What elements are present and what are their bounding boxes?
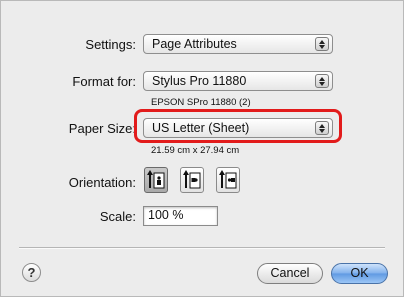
portrait-icon [147,170,165,189]
cancel-button[interactable]: Cancel [257,263,323,284]
paper-size-label: Paper Size: [68,121,136,136]
popup-arrows-icon [315,37,329,51]
settings-label: Settings: [85,37,136,52]
settings-value: Page Attributes [152,37,237,51]
paper-dimensions: 21.59 cm x 27.94 cm [151,145,240,156]
format-for-popup[interactable]: Stylus Pro 11880 [143,71,333,91]
landscape-right-icon [219,170,237,189]
landscape-left-icon [183,170,201,189]
settings-popup[interactable]: Page Attributes [143,34,333,54]
ok-button[interactable]: OK [331,263,388,284]
page-setup-dialog: Settings: Page Attributes Format for: St… [0,0,404,297]
format-for-value: Stylus Pro 11880 [152,74,247,88]
format-for-label: Format for: [72,74,136,89]
popup-arrows-icon [315,74,329,88]
orientation-label: Orientation: [68,175,136,190]
divider [19,247,385,249]
paper-size-highlight [134,109,342,143]
printer-detail: EPSON SPro 11880 (2) [151,97,251,108]
orientation-portrait-button[interactable] [144,167,168,193]
orientation-landscape-right-button[interactable] [216,167,240,193]
scale-label: Scale: [99,209,136,224]
orientation-landscape-left-button[interactable] [180,167,204,193]
help-button[interactable]: ? [22,263,41,282]
scale-input[interactable]: 100 % [143,206,218,226]
